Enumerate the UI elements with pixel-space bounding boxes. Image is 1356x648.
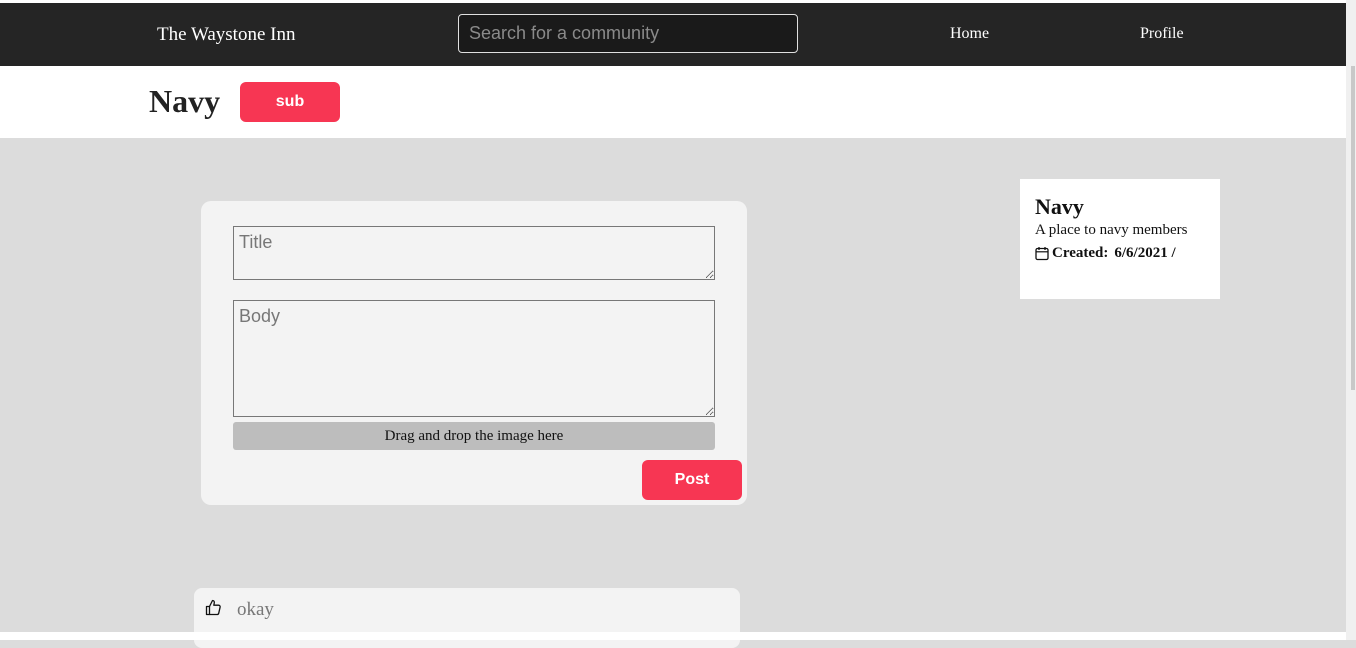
thumbs-up-icon[interactable]: [205, 599, 222, 616]
community-info-name: Navy: [1035, 194, 1084, 219]
community-title: Navy: [149, 83, 221, 119]
created-label: Created:: [1052, 245, 1109, 261]
created-date: 6/6/2021 /: [1114, 245, 1176, 261]
community-info-card: Navy A place to navy members Created: 6/…: [1020, 179, 1220, 299]
calendar-icon: [1035, 247, 1049, 261]
bottom-strip: [0, 632, 1346, 640]
post-title[interactable]: okay: [237, 599, 274, 621]
nav-profile-link[interactable]: Profile: [1140, 25, 1184, 43]
navbar: The Waystone Inn Home Profile: [0, 3, 1346, 66]
post-title-input[interactable]: [233, 226, 715, 280]
nav-home-link[interactable]: Home: [950, 25, 989, 43]
image-dropzone[interactable]: Drag and drop the image here: [233, 422, 715, 450]
create-post-form: Drag and drop the image here Post: [201, 201, 747, 505]
subscribe-button[interactable]: sub: [240, 82, 340, 122]
community-created-row: Created: 6/6/2021 /: [1035, 245, 1205, 262]
community-info-description: A place to navy members: [1035, 222, 1188, 238]
search-input[interactable]: [458, 14, 798, 53]
brand-logo[interactable]: The Waystone Inn: [157, 24, 295, 46]
community-header: Navy sub: [0, 66, 1346, 138]
post-body-input[interactable]: [233, 300, 715, 417]
scrollbar-thumb[interactable]: [1351, 66, 1355, 390]
post-button[interactable]: Post: [642, 460, 742, 500]
